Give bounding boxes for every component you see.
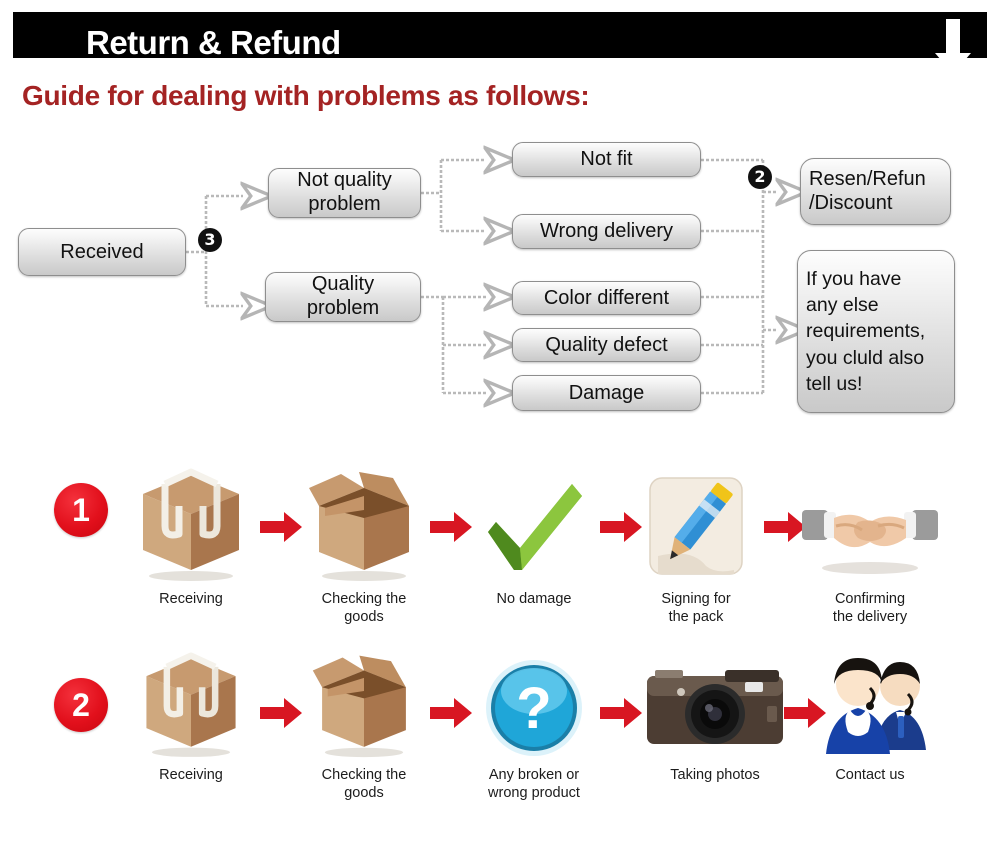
arrow-right-icon bbox=[430, 512, 472, 542]
flow-node-label: Quality problem bbox=[306, 273, 380, 319]
open-box-icon bbox=[300, 462, 428, 582]
process-step[interactable]: Taking photos bbox=[640, 648, 790, 784]
process-step-label: Receiving bbox=[159, 591, 223, 607]
badge-three: 3 bbox=[198, 228, 222, 252]
camera-icon bbox=[640, 648, 790, 758]
process-step-label: Signing for the pack bbox=[661, 591, 731, 626]
process-step[interactable]: ? Any broken or wrong product bbox=[470, 648, 598, 802]
flow-node-damage[interactable]: Damage bbox=[512, 375, 701, 411]
green-check-icon bbox=[470, 462, 598, 582]
return-refund-infographic: Return & Refund Guide for dealing with p… bbox=[0, 0, 1000, 841]
process-step-label: Any broken or wrong product bbox=[488, 767, 580, 802]
flow-node-label: Damage bbox=[568, 381, 645, 404]
flow-node-label: Resen/Refun /Discount bbox=[809, 167, 926, 214]
row-number-label: 1 bbox=[72, 492, 90, 528]
process-step-label: Receiving bbox=[159, 767, 223, 783]
flow-node-quality-defect[interactable]: Quality defect bbox=[512, 328, 701, 362]
pencil-sign-icon bbox=[632, 462, 760, 582]
process-step[interactable]: Confirming the delivery bbox=[800, 462, 940, 626]
process-row-1: 1 Receiving Checking the goods No damage… bbox=[0, 462, 1000, 647]
badge-label: 3 bbox=[204, 230, 216, 249]
arrow-right-icon bbox=[430, 698, 472, 728]
question-mark-icon: ? bbox=[470, 648, 598, 758]
handshake-icon bbox=[800, 462, 940, 582]
problem-flowchart: Received 3 Not quality problem Quality p… bbox=[0, 0, 1000, 430]
svg-text:?: ? bbox=[516, 676, 551, 741]
process-step[interactable]: Checking the goods bbox=[300, 648, 428, 802]
process-step-label: Confirming the delivery bbox=[832, 591, 908, 626]
flow-node-not-fit[interactable]: Not fit bbox=[512, 142, 701, 177]
flow-node-label: Not quality problem bbox=[297, 169, 392, 215]
flow-node-label: If you have any else requirements, you c… bbox=[806, 267, 926, 395]
badge-two: 2 bbox=[748, 165, 772, 189]
flow-node-label: Quality defect bbox=[545, 333, 668, 356]
process-step-label: Contact us bbox=[835, 767, 905, 783]
flow-node-wrong-delivery[interactable]: Wrong delivery bbox=[512, 214, 701, 249]
flow-node-color-different[interactable]: Color different bbox=[512, 281, 701, 315]
arrow-right-icon bbox=[260, 512, 302, 542]
process-step-label: No damage bbox=[496, 591, 572, 607]
flow-node-contact-note[interactable]: If you have any else requirements, you c… bbox=[797, 250, 955, 413]
process-step[interactable]: Receiving bbox=[127, 648, 255, 784]
flow-node-label: Color different bbox=[543, 286, 670, 309]
flow-node-label: Wrong delivery bbox=[539, 220, 674, 242]
badge-label: 2 bbox=[754, 167, 766, 186]
arrow-right-icon bbox=[260, 698, 302, 728]
row-number-1: 1 bbox=[54, 483, 108, 537]
process-step[interactable]: Contact us bbox=[800, 648, 940, 784]
closed-box-icon bbox=[127, 648, 255, 758]
process-step[interactable]: Receiving bbox=[127, 462, 255, 608]
flow-node-not-quality-problem[interactable]: Not quality problem bbox=[268, 168, 421, 218]
open-box-icon bbox=[300, 648, 428, 758]
support-agents-icon bbox=[800, 648, 940, 758]
process-step-label: Checking the goods bbox=[321, 767, 407, 802]
flow-node-received[interactable]: Received bbox=[18, 228, 186, 276]
row-number-label: 2 bbox=[72, 687, 90, 723]
flow-node-label: Not fit bbox=[580, 148, 633, 170]
process-step[interactable]: Checking the goods bbox=[300, 462, 428, 626]
row-number-2: 2 bbox=[54, 678, 108, 732]
process-step-label: Checking the goods bbox=[321, 591, 407, 626]
flow-node-resend-refund-discount[interactable]: Resen/Refun /Discount bbox=[800, 158, 951, 225]
process-step[interactable]: No damage bbox=[470, 462, 598, 608]
process-step[interactable]: Signing for the pack bbox=[632, 462, 760, 626]
arrow-right-icon bbox=[600, 698, 642, 728]
flow-node-quality-problem[interactable]: Quality problem bbox=[265, 272, 421, 322]
process-step-label: Taking photos bbox=[670, 767, 760, 783]
closed-box-icon bbox=[127, 462, 255, 582]
flow-node-label: Received bbox=[60, 240, 144, 263]
process-row-2: 2 Receiving Checking the goods ? Any bro… bbox=[0, 648, 1000, 833]
